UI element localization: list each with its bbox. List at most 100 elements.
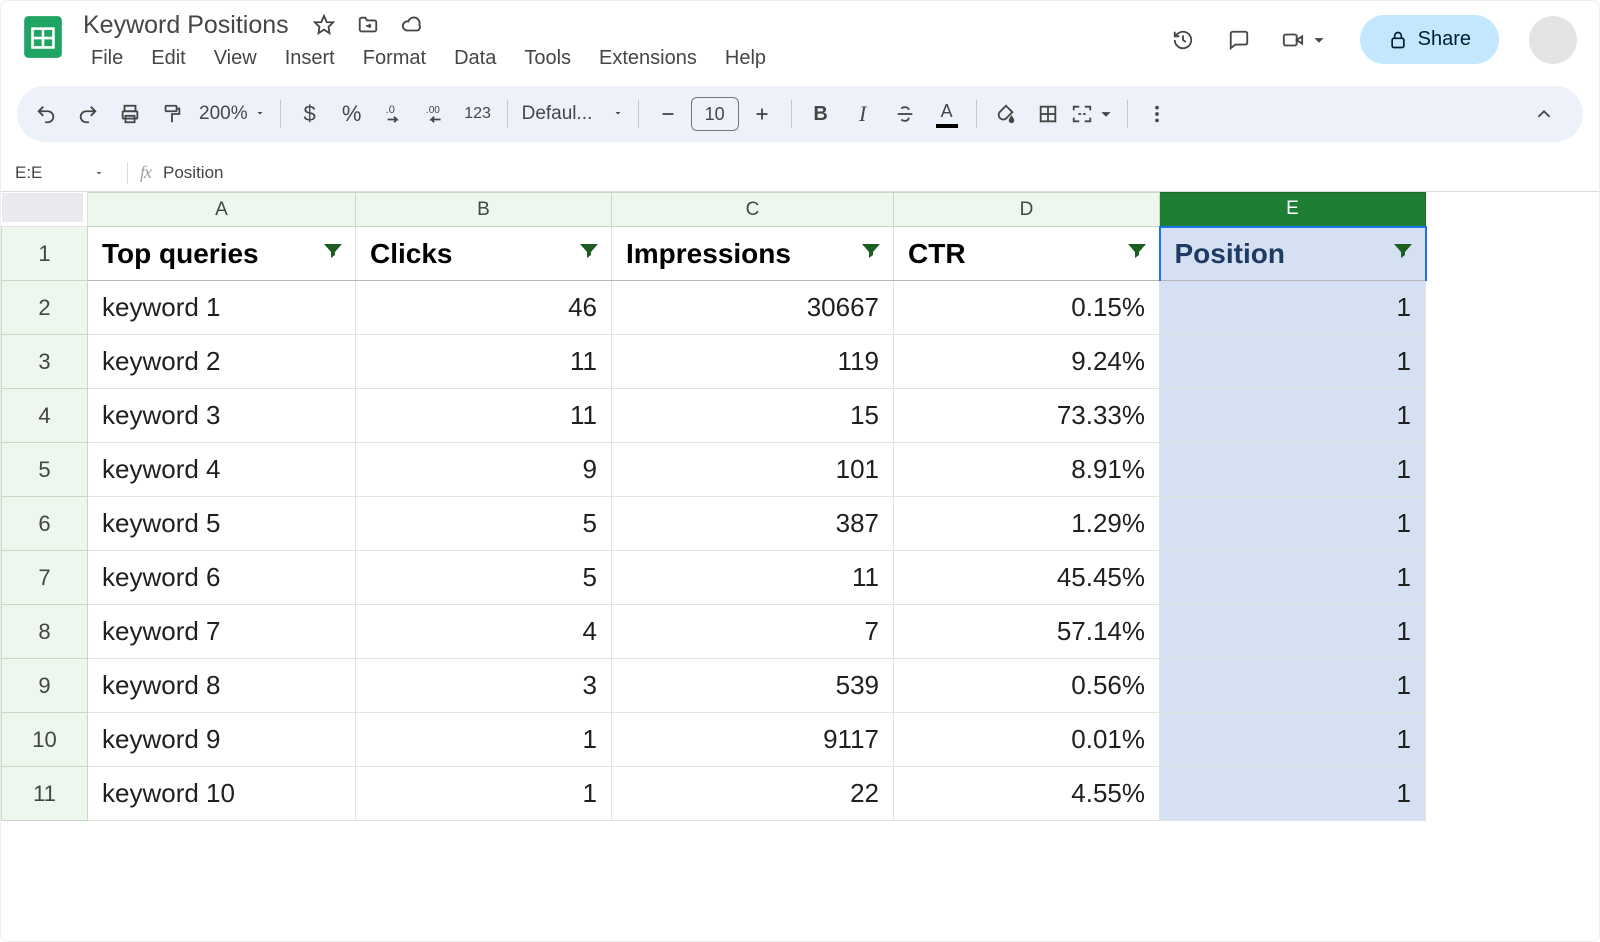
row-header-5[interactable]: 5 [2,443,88,497]
cell-B9[interactable]: 3 [356,659,612,713]
row-header-10[interactable]: 10 [2,713,88,767]
cell-E10[interactable]: 1 [1160,713,1426,767]
cell-D4[interactable]: 73.33% [894,389,1160,443]
cell-A4[interactable]: keyword 3 [88,389,356,443]
spreadsheet-grid[interactable]: ABCDE1Top queriesClicksImpressionsCTRPos… [1,192,1599,821]
menu-view[interactable]: View [202,41,269,76]
menu-edit[interactable]: Edit [139,41,197,76]
account-avatar[interactable] [1529,16,1577,64]
row-header-2[interactable]: 2 [2,281,88,335]
cell-A5[interactable]: keyword 4 [88,443,356,497]
filter-icon[interactable] [859,238,883,270]
cell-C4[interactable]: 15 [612,389,894,443]
cell-E2[interactable]: 1 [1160,281,1426,335]
font-family-dropdown[interactable]: Defaul... [518,103,628,125]
cell-E8[interactable]: 1 [1160,605,1426,659]
row-header-3[interactable]: 3 [2,335,88,389]
menu-insert[interactable]: Insert [273,41,347,76]
cell-D1[interactable]: CTR [894,227,1160,281]
cell-A3[interactable]: keyword 2 [88,335,356,389]
column-header-B[interactable]: B [356,193,612,227]
menu-extensions[interactable]: Extensions [587,41,709,76]
collapse-toolbar-button[interactable] [1525,95,1563,133]
increase-decimal-button[interactable]: .00 [417,95,455,133]
cell-A1[interactable]: Top queries [88,227,356,281]
document-title[interactable]: Keyword Positions [79,9,293,42]
format-percent-button[interactable]: % [333,95,371,133]
format-currency-button[interactable]: $ [291,95,329,133]
column-header-A[interactable]: A [88,193,356,227]
cell-C11[interactable]: 22 [612,767,894,821]
cell-A7[interactable]: keyword 6 [88,551,356,605]
font-size-decrease-button[interactable] [649,95,687,133]
paint-format-button[interactable] [153,95,191,133]
decrease-decimal-button[interactable]: .0 [375,95,413,133]
column-header-E[interactable]: E [1160,193,1426,227]
fill-color-button[interactable] [987,95,1025,133]
cell-B3[interactable]: 11 [356,335,612,389]
row-header-11[interactable]: 11 [2,767,88,821]
filter-icon[interactable] [577,238,601,270]
menu-data[interactable]: Data [442,41,508,76]
cell-B6[interactable]: 5 [356,497,612,551]
name-box[interactable]: E:E [15,163,115,183]
cell-D8[interactable]: 57.14% [894,605,1160,659]
comment-icon[interactable] [1226,27,1252,53]
row-header-4[interactable]: 4 [2,389,88,443]
cell-C10[interactable]: 9117 [612,713,894,767]
cell-A8[interactable]: keyword 7 [88,605,356,659]
cell-B1[interactable]: Clicks [356,227,612,281]
cell-C2[interactable]: 30667 [612,281,894,335]
cell-C7[interactable]: 11 [612,551,894,605]
zoom-dropdown[interactable]: 200% [195,103,270,125]
redo-button[interactable] [69,95,107,133]
menu-help[interactable]: Help [713,41,778,76]
cell-D11[interactable]: 4.55% [894,767,1160,821]
select-all-corner[interactable] [2,193,88,227]
cell-D7[interactable]: 45.45% [894,551,1160,605]
font-size-increase-button[interactable] [743,95,781,133]
text-color-button[interactable]: A [928,95,966,133]
column-header-C[interactable]: C [612,193,894,227]
cell-B4[interactable]: 11 [356,389,612,443]
share-button[interactable]: Share [1360,15,1499,64]
borders-button[interactable] [1029,95,1067,133]
strikethrough-button[interactable] [886,95,924,133]
merge-cells-button[interactable] [1071,95,1117,133]
cell-D5[interactable]: 8.91% [894,443,1160,497]
menu-tools[interactable]: Tools [512,41,583,76]
cell-B7[interactable]: 5 [356,551,612,605]
cell-B5[interactable]: 9 [356,443,612,497]
filter-icon[interactable] [1391,238,1415,270]
print-button[interactable] [111,95,149,133]
sheets-logo-icon[interactable] [17,11,69,63]
row-header-8[interactable]: 8 [2,605,88,659]
cell-A9[interactable]: keyword 8 [88,659,356,713]
menu-format[interactable]: Format [351,41,438,76]
cell-C6[interactable]: 387 [612,497,894,551]
cell-B10[interactable]: 1 [356,713,612,767]
menu-file[interactable]: File [79,41,135,76]
filter-icon[interactable] [321,238,345,270]
row-header-9[interactable]: 9 [2,659,88,713]
cell-B11[interactable]: 1 [356,767,612,821]
format-more-button[interactable]: 123 [459,95,497,133]
cell-B8[interactable]: 4 [356,605,612,659]
row-header-1[interactable]: 1 [2,227,88,281]
cell-C8[interactable]: 7 [612,605,894,659]
cell-A2[interactable]: keyword 1 [88,281,356,335]
filter-icon[interactable] [1125,238,1149,270]
cell-D3[interactable]: 9.24% [894,335,1160,389]
cell-A10[interactable]: keyword 9 [88,713,356,767]
cell-D9[interactable]: 0.56% [894,659,1160,713]
cell-B2[interactable]: 46 [356,281,612,335]
cell-C5[interactable]: 101 [612,443,894,497]
meet-icon[interactable] [1282,27,1330,53]
cell-E9[interactable]: 1 [1160,659,1426,713]
move-to-folder-icon[interactable] [355,12,381,38]
star-icon[interactable] [311,12,337,38]
cell-C3[interactable]: 119 [612,335,894,389]
cell-C9[interactable]: 539 [612,659,894,713]
more-toolbar-button[interactable] [1138,95,1176,133]
cell-A6[interactable]: keyword 5 [88,497,356,551]
